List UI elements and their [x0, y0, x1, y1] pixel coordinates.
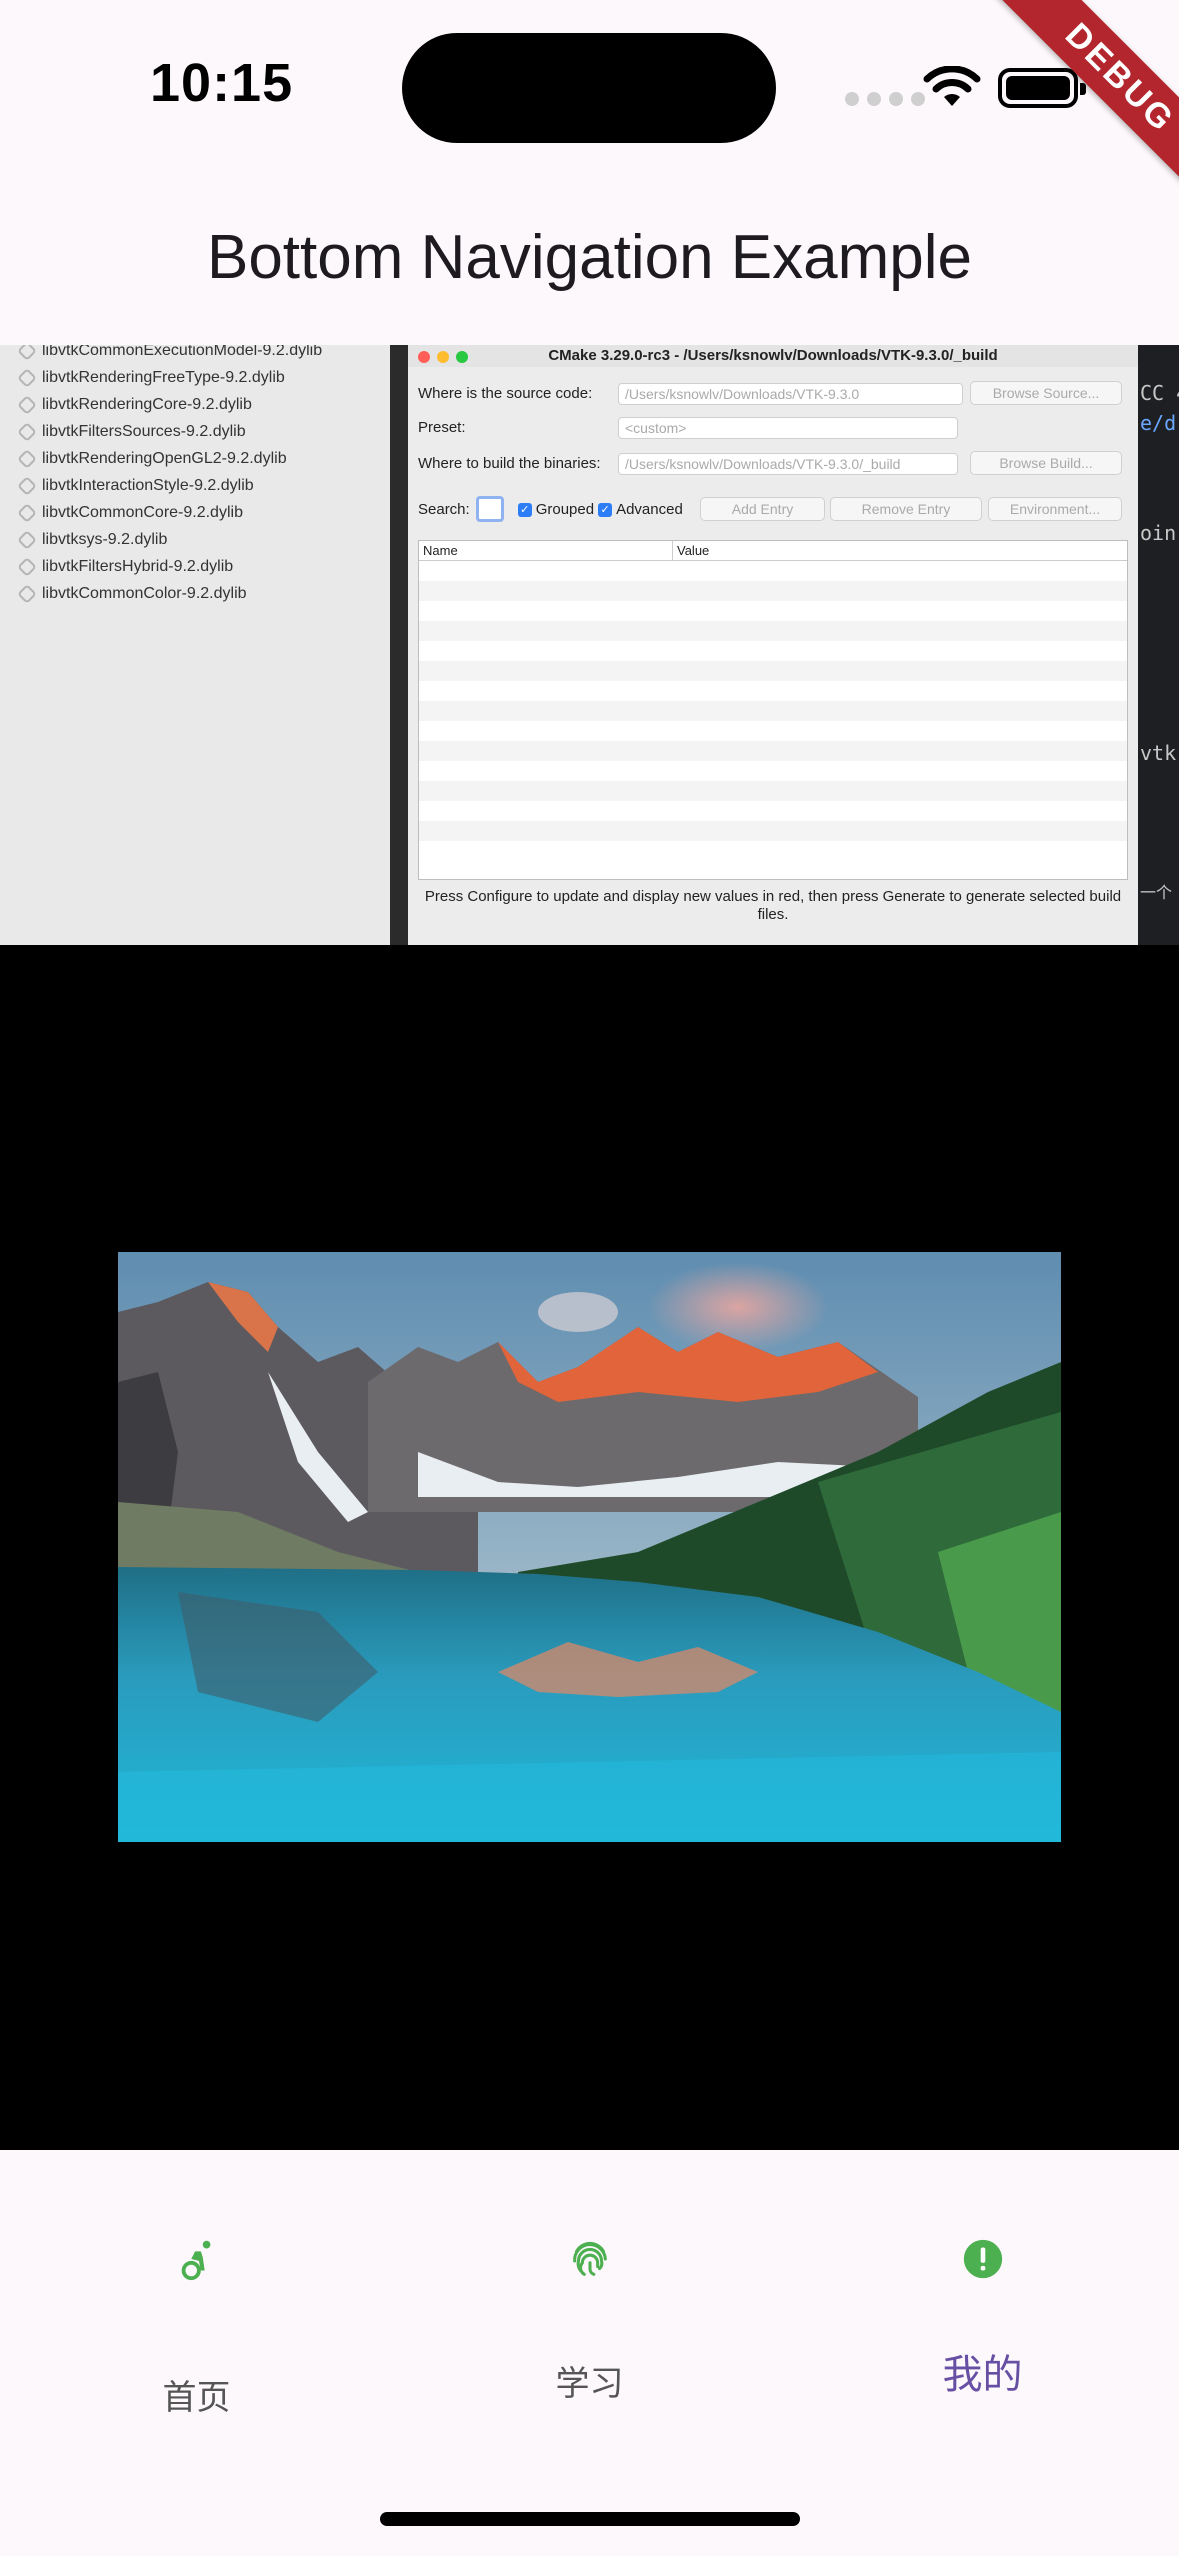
alias-icon	[17, 583, 37, 604]
alias-icon	[17, 345, 37, 361]
nav-item-mine[interactable]: 我的	[786, 2150, 1179, 2450]
nav-label-home: 首页	[162, 2379, 231, 2417]
nav-label-study: 学习	[555, 2365, 624, 2403]
alias-icon	[17, 367, 37, 388]
list-item: libvtkFiltersHybrid-9.2.dylib	[17, 553, 233, 580]
checkbox-icon: ✓	[598, 502, 613, 517]
list-item: libvtkCommonColor-9.2.dylib	[17, 580, 247, 607]
nav-label-mine: 我的	[942, 2353, 1023, 2397]
traffic-light-icons	[418, 351, 468, 363]
list-item: libvtkRenderingFreeType-9.2.dylib	[17, 364, 285, 391]
battery-icon	[998, 68, 1086, 108]
alias-icon	[17, 394, 37, 415]
cellular-signal-icon	[845, 92, 925, 106]
page-title: Bottom Navigation Example	[206, 223, 973, 292]
accessible-forward-icon	[181, 2240, 210, 2281]
environment-button: Environment...	[988, 497, 1122, 521]
window-title: CMake 3.29.0-rc3 - /Users/ksnowlv/Downlo…	[408, 345, 1138, 367]
source-row: Where is the source code:	[418, 384, 593, 402]
content-area: libvtkCommonExecutionModel-9.2.dylib lib…	[0, 345, 1179, 2150]
status-bar: 10:15	[0, 0, 1179, 170]
list-item: libvtkRenderingCore-9.2.dylib	[17, 391, 252, 418]
cache-table: Name Value	[418, 540, 1128, 880]
embedded-screenshot-image: libvtkCommonExecutionModel-9.2.dylib lib…	[0, 345, 1179, 945]
preset-row: Preset:	[418, 418, 466, 436]
search-row: Search: ✓ Grouped ✓ Advanced	[418, 496, 683, 522]
alias-icon	[17, 556, 37, 577]
browse-build-button: Browse Build...	[970, 451, 1122, 475]
alias-icon	[17, 529, 37, 550]
nav-item-home[interactable]: 首页	[0, 2150, 393, 2450]
column-header-value: Value	[673, 541, 1127, 561]
cmake-window: CMake 3.29.0-rc3 - /Users/ksnowlv/Downlo…	[408, 345, 1138, 945]
nav-item-study[interactable]: 学习	[393, 2150, 786, 2450]
list-item: libvtkRenderingOpenGL2-9.2.dylib	[17, 445, 287, 472]
dynamic-island	[402, 33, 776, 143]
add-entry-button: Add Entry	[700, 497, 825, 521]
alias-icon	[17, 448, 37, 469]
landscape-image	[118, 1252, 1061, 1842]
finder-file-list: libvtkCommonExecutionModel-9.2.dylib lib…	[0, 345, 390, 945]
cmake-hint: Press Configure to update and display ne…	[424, 888, 1122, 923]
app-bar: Bottom Navigation Example	[0, 170, 1179, 345]
error-icon	[963, 2239, 1002, 2279]
fingerprint-icon	[572, 2241, 607, 2276]
search-input	[475, 496, 504, 522]
alias-icon	[17, 475, 37, 496]
alias-icon	[17, 502, 37, 523]
home-indicator	[380, 2512, 800, 2526]
wifi-icon	[923, 66, 981, 106]
list-item: libvtksys-9.2.dylib	[17, 526, 167, 553]
list-item: libvtkInteractionStyle-9.2.dylib	[17, 472, 254, 499]
column-header-name: Name	[419, 541, 673, 561]
build-row: Where to build the binaries:	[418, 454, 601, 472]
bottom-navigation-bar: 首页 学习 我的	[0, 2150, 1179, 2556]
preset-select: <custom>	[618, 417, 958, 439]
list-item: libvtkFiltersSources-9.2.dylib	[17, 418, 246, 445]
list-item: libvtkCommonExecutionModel-9.2.dylib	[17, 345, 322, 364]
source-field: /Users/ksnowlv/Downloads/VTK-9.3.0	[618, 383, 963, 405]
code-editor-edge: CC 4 e/d oin vtk 一个	[1138, 345, 1179, 945]
checkbox-icon: ✓	[517, 502, 532, 517]
alias-icon	[17, 421, 37, 442]
browse-source-button: Browse Source...	[970, 381, 1122, 405]
status-time: 10:15	[150, 53, 294, 113]
list-item: libvtkCommonCore-9.2.dylib	[17, 499, 243, 526]
window-divider	[390, 345, 408, 945]
build-field: /Users/ksnowlv/Downloads/VTK-9.3.0/_buil…	[618, 453, 958, 475]
remove-entry-button: Remove Entry	[830, 497, 982, 521]
